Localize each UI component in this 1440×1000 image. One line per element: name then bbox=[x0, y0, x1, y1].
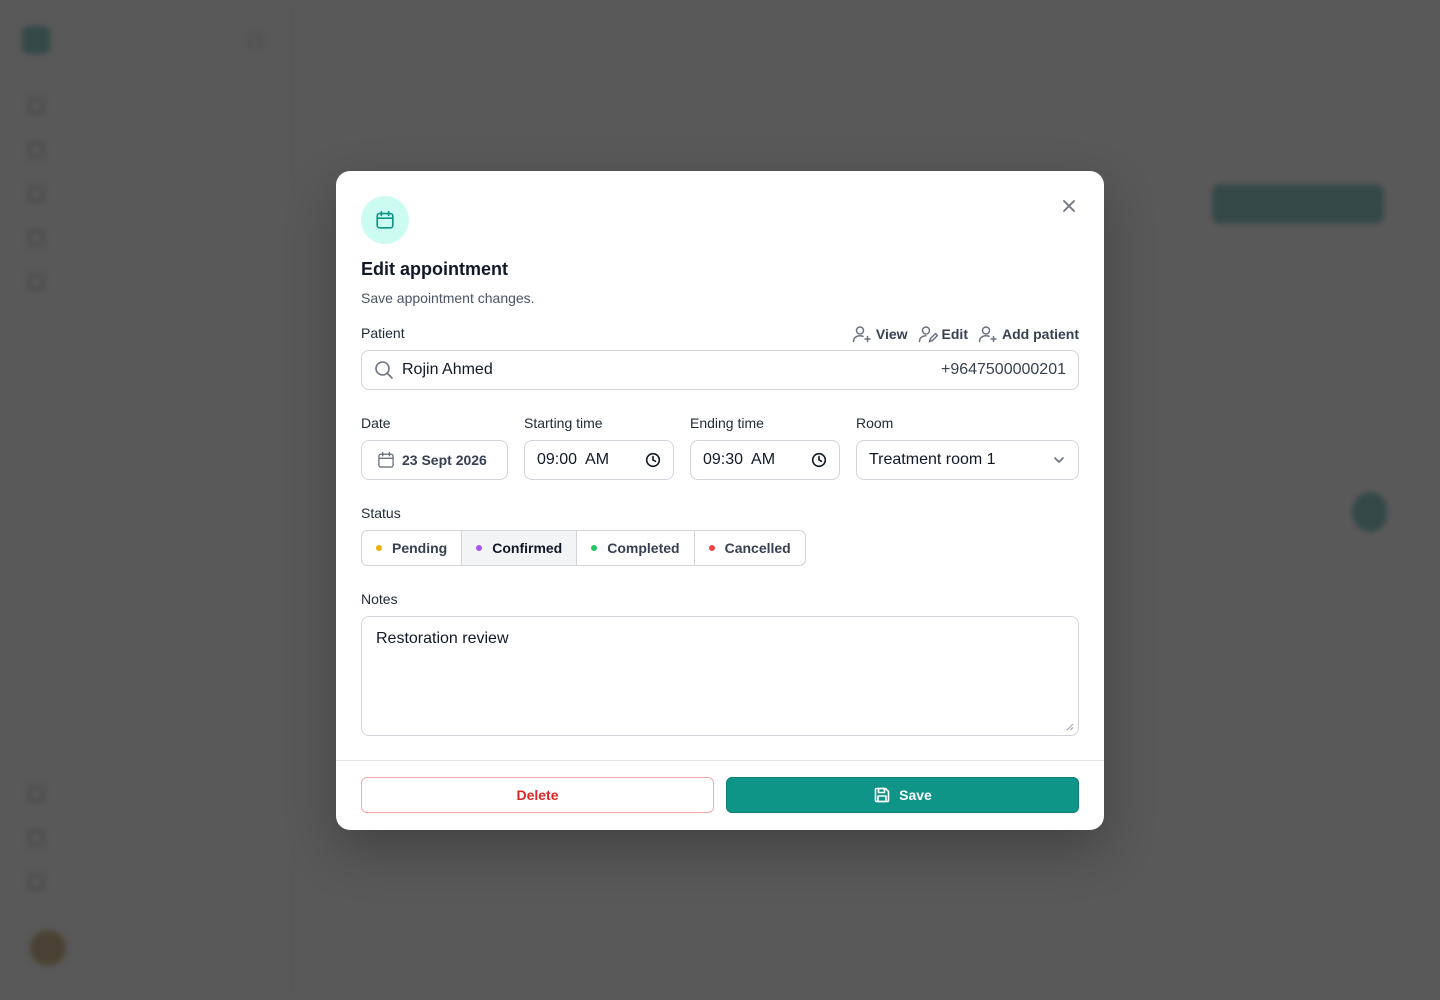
start-time-value: 09:00 AM bbox=[537, 451, 610, 468]
edit-patient-label: Edit bbox=[941, 326, 968, 342]
date-picker-button[interactable]: 23 Sept 2026 bbox=[361, 440, 508, 480]
status-option-label: Completed bbox=[607, 540, 680, 556]
calendar-icon bbox=[378, 451, 394, 468]
status-option-cancelled[interactable]: Cancelled bbox=[695, 531, 805, 565]
status-dot bbox=[476, 545, 483, 551]
footer-divider bbox=[336, 760, 1104, 761]
patient-actions: View Edit Add patient bbox=[852, 325, 1079, 343]
add-patient-button[interactable]: Add patient bbox=[978, 325, 1079, 343]
start-time-label: Starting time bbox=[524, 415, 603, 431]
chevron-down-icon bbox=[1054, 457, 1064, 463]
end-time-value: 09:30 AM bbox=[703, 451, 776, 468]
status-dot bbox=[591, 545, 598, 551]
user-view-icon bbox=[852, 326, 871, 343]
view-patient-label: View bbox=[875, 326, 908, 342]
status-option-completed[interactable]: Completed bbox=[577, 531, 695, 565]
notes-value: Restoration review bbox=[376, 630, 509, 647]
patient-phone: +9647500000201 bbox=[940, 361, 1066, 378]
status-dot bbox=[376, 545, 382, 551]
close-button[interactable] bbox=[1058, 195, 1080, 217]
patient-name: Rojin Ahmed bbox=[402, 361, 493, 378]
user-add-icon bbox=[978, 326, 997, 343]
date-value: 23 Sept 2026 bbox=[402, 452, 487, 468]
room-label: Room bbox=[856, 415, 894, 431]
edit-patient-button[interactable]: Edit bbox=[918, 325, 968, 343]
dialog-title: Edit appointment bbox=[361, 259, 508, 279]
notes-label: Notes bbox=[361, 591, 398, 607]
room-value: Treatment room 1 bbox=[869, 451, 996, 468]
save-icon bbox=[874, 787, 890, 803]
clock-icon[interactable] bbox=[811, 452, 827, 468]
clock-icon[interactable] bbox=[645, 452, 661, 468]
room-select[interactable]: Treatment room 1 bbox=[856, 440, 1079, 480]
end-time-input[interactable]: 09:30 AM bbox=[690, 440, 840, 480]
view-patient-button[interactable]: View bbox=[852, 325, 908, 343]
end-time-label: Ending time bbox=[690, 415, 764, 431]
resize-handle-icon[interactable] bbox=[1066, 723, 1074, 731]
patient-label: Patient bbox=[361, 325, 405, 341]
save-label: Save bbox=[899, 787, 932, 803]
status-segmented-control: Pending Confirmed Completed Cancelled bbox=[361, 530, 806, 566]
user-edit-icon bbox=[918, 326, 938, 343]
status-dot bbox=[708, 545, 715, 551]
add-patient-label: Add patient bbox=[1002, 326, 1079, 342]
delete-button[interactable]: Delete bbox=[361, 777, 714, 813]
status-label: Status bbox=[361, 505, 401, 521]
edit-appointment-dialog: Edit appointment Save appointment change… bbox=[336, 171, 1104, 830]
save-button[interactable]: Save bbox=[726, 777, 1079, 813]
patient-search-input[interactable]: Rojin Ahmed +9647500000201 bbox=[361, 350, 1079, 390]
close-icon bbox=[1063, 200, 1075, 212]
start-time-input[interactable]: 09:00 AM bbox=[524, 440, 674, 480]
date-label: Date bbox=[361, 415, 391, 431]
status-option-label: Confirmed bbox=[492, 540, 563, 556]
notes-textarea[interactable]: Restoration review bbox=[361, 616, 1079, 736]
status-option-label: Cancelled bbox=[724, 540, 791, 556]
dialog-subtitle: Save appointment changes. bbox=[361, 290, 535, 306]
status-option-label: Pending bbox=[392, 540, 448, 556]
calendar-icon bbox=[361, 196, 409, 244]
search-icon bbox=[375, 361, 393, 379]
status-option-confirmed[interactable]: Confirmed bbox=[462, 531, 578, 565]
status-option-pending[interactable]: Pending bbox=[362, 531, 463, 565]
